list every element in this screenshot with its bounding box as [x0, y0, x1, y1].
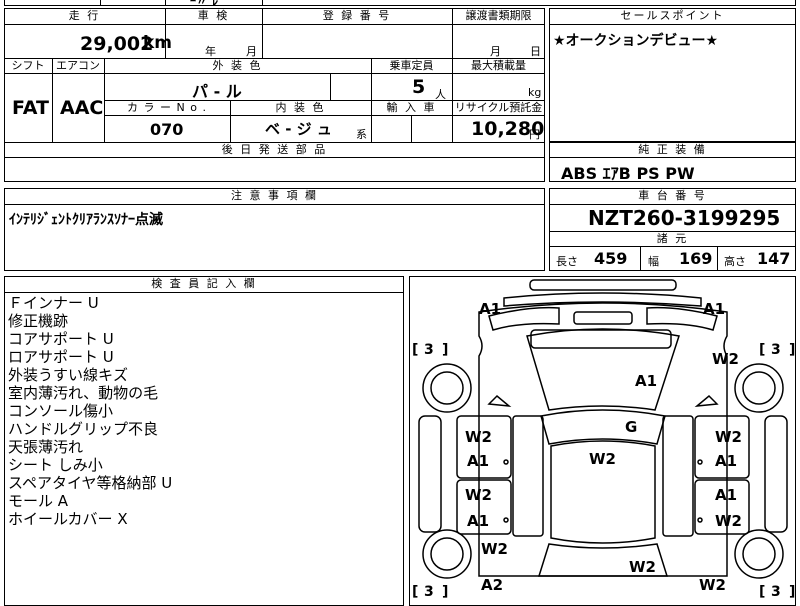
transfer-month-label: 月 — [490, 45, 501, 58]
note-6: 室内薄汚れ、動物の毛 — [8, 384, 159, 402]
mark-rear-left-quarter: A2 — [481, 576, 503, 594]
note-11: スペアタイヤ等格納部 U — [8, 474, 173, 492]
exterior-header: 外 装 色 — [212, 59, 263, 72]
mark-hood: A1 — [635, 372, 657, 390]
chassis-header: 車 台 番 号 — [638, 189, 707, 202]
mark-front-door-right-top: W2 — [715, 428, 742, 446]
svg-text:]: ] — [789, 342, 795, 358]
registration-header: 登 録 番 号 — [322, 9, 392, 22]
note-5: 外装うすい線キズ — [8, 366, 129, 384]
shift-header: シフト — [11, 59, 45, 72]
sales-point-box — [549, 8, 796, 142]
svg-text:[: [ — [759, 584, 765, 600]
svg-text:]: ] — [789, 584, 795, 600]
height-value: 147 — [757, 249, 791, 268]
equipment-header: 純 正 装 備 — [638, 143, 707, 156]
import-header: 輸 入 車 — [386, 101, 437, 114]
mark-front-door-left-bottom: A1 — [467, 452, 489, 470]
color-no-value: 070 — [150, 120, 184, 139]
note-9: 天張薄汚れ — [8, 438, 84, 456]
mark-front-right: A1 — [703, 300, 725, 318]
shift-value: FAT — [12, 97, 49, 119]
capacity-value: 5 — [412, 76, 426, 98]
mark-front-right-fender: W2 — [712, 350, 739, 368]
note-13: ホイールカバー X — [8, 510, 128, 528]
recycle-header: リサイクル預託金 — [454, 101, 543, 114]
note-8: ハンドルグリップ不良 — [8, 420, 159, 438]
mileage-header: 走 行 — [68, 9, 101, 22]
mark-rear-right-quarter: W2 — [699, 576, 726, 594]
caution-text: ｲﾝﾃﾘｼﾞｪﾝﾄｸﾘｱﾗﾝｽｿﾅｰ点滅 — [9, 212, 163, 228]
mark-front-door-right-bottom: A1 — [715, 452, 737, 470]
tire-front-right: 3 — [771, 342, 781, 358]
later-parts-header: 後 日 発 送 部 品 — [221, 143, 328, 156]
tire-rear-right: 3 — [771, 584, 781, 600]
note-10: シート しみ小 — [8, 456, 103, 474]
svg-text:[: [ — [412, 584, 418, 600]
mark-windshield-area: G — [625, 418, 637, 436]
equipment-value: ABS ｴｱB PS PW — [561, 164, 695, 183]
svg-text:]: ] — [442, 584, 448, 600]
note-2: 修正機跡 — [8, 312, 69, 330]
mark-rear-door-right-bottom: W2 — [715, 512, 742, 530]
mileage-unit: km — [143, 33, 173, 53]
svg-text:]: ] — [442, 342, 448, 358]
tire-rear-left: 3 — [424, 584, 434, 600]
note-7: コンソール傷小 — [8, 402, 114, 420]
capacity-header: 乗車定員 — [389, 59, 434, 72]
transfer-header: 譲渡書類期限 — [465, 9, 532, 22]
inspection-month-label: 月 — [246, 45, 257, 58]
transfer-day-label: 日 — [530, 45, 541, 58]
aircon-value: AAC — [60, 97, 104, 119]
max-load-header: 最大積載量 — [471, 59, 526, 72]
car-diagram: A1 A1 A1 G W2 W2 W2 A1 W2 A1 W2 A1 A1 W2… — [412, 279, 795, 600]
interior-header: 内 装 色 — [275, 101, 326, 114]
inspector-header: 検 査 員 記 入 欄 — [151, 277, 257, 290]
mark-trunk: W2 — [629, 558, 656, 576]
note-4: ロアサポート U — [8, 348, 114, 366]
recycle-unit: 円 — [529, 128, 540, 141]
svg-text:[: [ — [759, 342, 765, 358]
mark-rear-door-right-top: A1 — [715, 486, 737, 504]
sales-point-text: ★オークションデビュー★ — [553, 33, 719, 49]
mark-rear-door-left-top: W2 — [465, 486, 492, 504]
capacity-unit: 人 — [435, 88, 446, 101]
length-value: 459 — [594, 249, 628, 268]
mark-rear-door-left-bottom: A1 — [467, 512, 489, 530]
exterior-value: パ - ル — [192, 82, 242, 101]
caution-header: 注 意 事 項 欄 — [231, 189, 318, 202]
note-1: Ｆインナー U — [8, 294, 99, 312]
inspection-header: 車 検 — [197, 9, 230, 22]
specs-header: 諸 元 — [656, 232, 689, 245]
interior-value: ベ - ジ ュ — [265, 120, 332, 138]
inspection-year-label: 年 — [205, 45, 216, 58]
color-no-header: カ ラ ー N o . — [127, 101, 207, 114]
mark-front-door-left-top: W2 — [465, 428, 492, 446]
aircon-header: エアコン — [56, 59, 100, 72]
tire-front-left: 3 — [424, 342, 434, 358]
width-label: 幅 — [648, 255, 659, 268]
max-load-unit: kg — [528, 86, 542, 99]
mark-roof: W2 — [589, 450, 616, 468]
sales-point-header: セールスポイント — [620, 9, 725, 22]
chassis-value: NZT260-3199295 — [588, 206, 781, 230]
height-label: 高さ — [724, 255, 746, 268]
top-cut-strip — [4, 0, 796, 6]
note-3: コアサポート U — [8, 330, 114, 348]
mark-rear-left-fender: W2 — [481, 540, 508, 558]
mark-front-left: A1 — [479, 300, 501, 318]
width-value: 169 — [679, 249, 713, 268]
svg-text:[: [ — [412, 342, 418, 358]
length-label: 長さ — [556, 255, 578, 268]
interior-suffix: 系 — [356, 128, 367, 141]
note-12: モール A — [8, 492, 69, 510]
